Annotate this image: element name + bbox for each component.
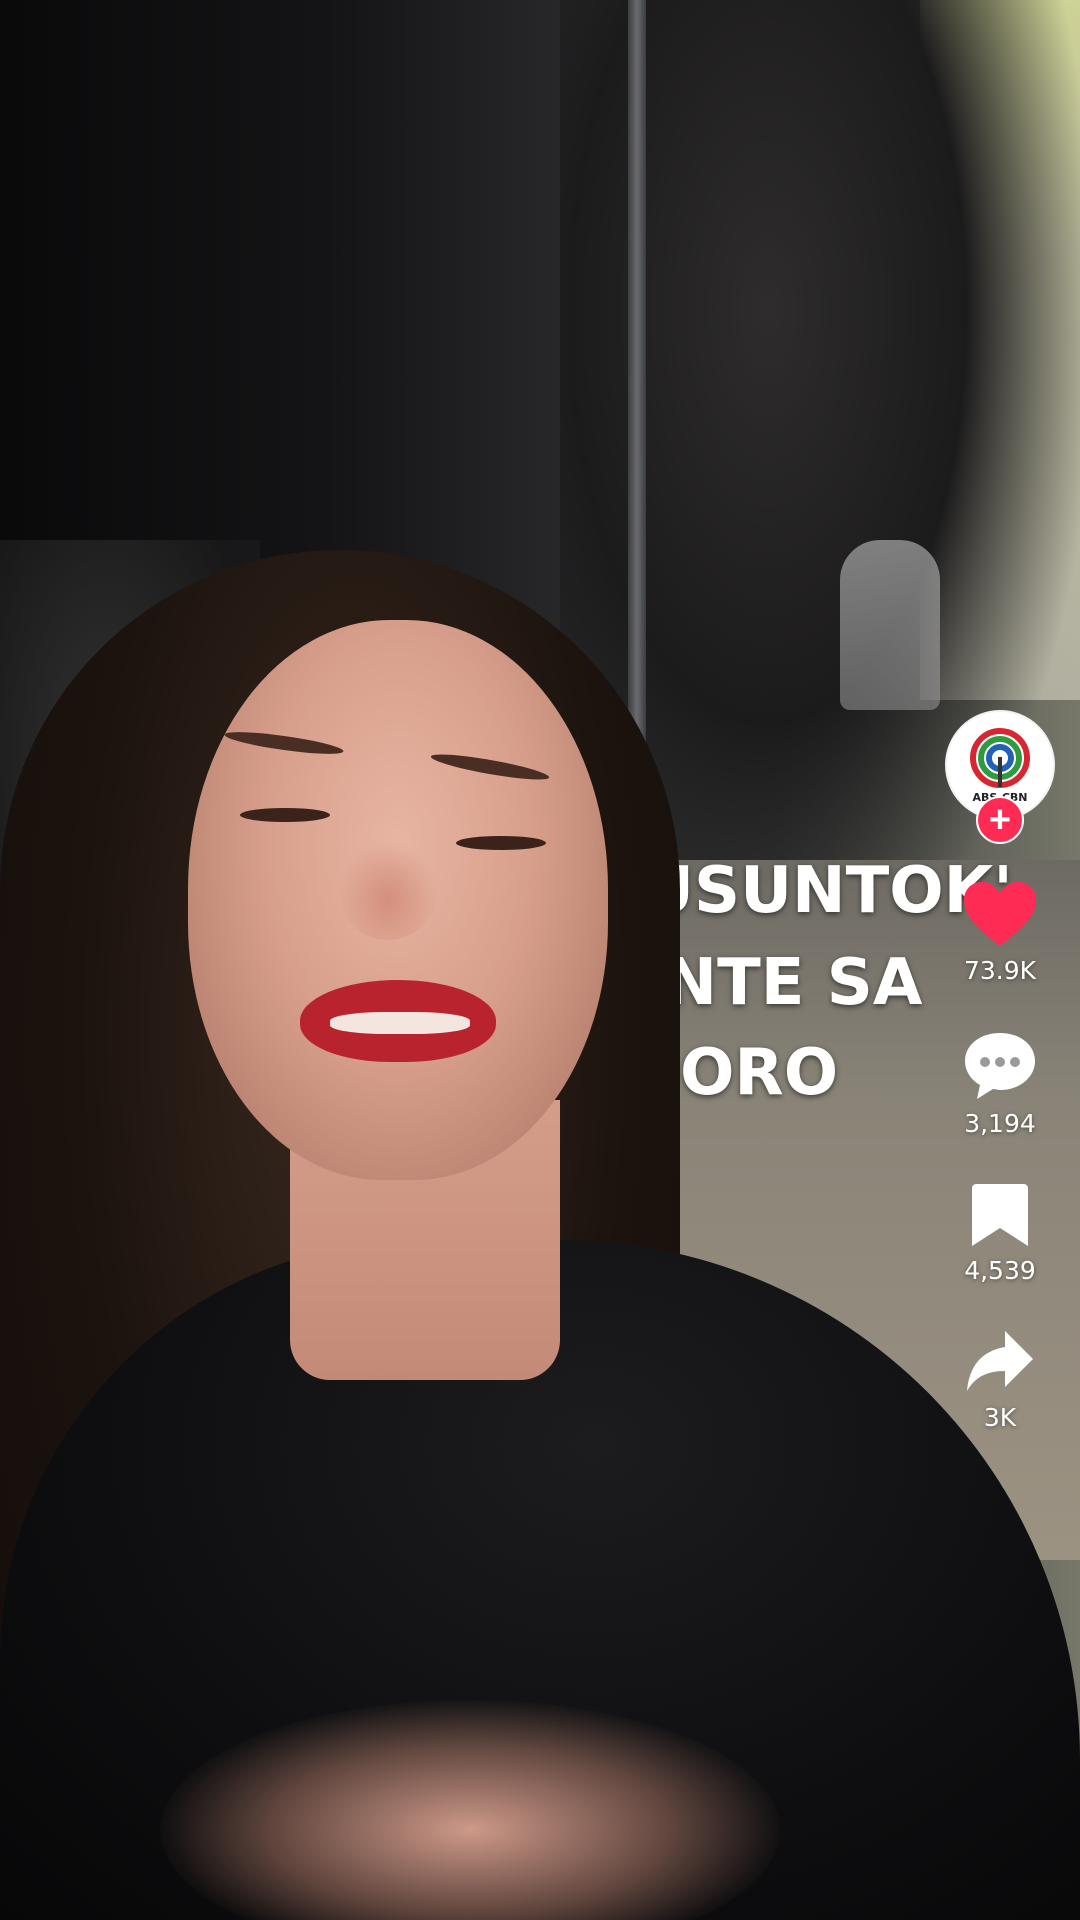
creator-avatar-group: ABS-CBN + — [945, 710, 1055, 844]
share-arrow-icon[interactable] — [965, 1329, 1035, 1395]
like-action[interactable]: 73.9K — [962, 880, 1038, 985]
comment-count: 3,194 — [964, 1109, 1036, 1138]
save-action[interactable]: 4,539 — [964, 1182, 1036, 1285]
background-figure — [840, 540, 940, 710]
follow-button[interactable]: + — [976, 796, 1024, 844]
right-eye — [456, 836, 546, 850]
share-count: 3K — [983, 1403, 1017, 1432]
save-count: 4,539 — [964, 1256, 1036, 1285]
like-count: 73.9K — [963, 956, 1037, 985]
abs-cbn-logo-icon — [970, 727, 1030, 788]
comment-bubble-icon[interactable] — [962, 1029, 1038, 1101]
bookmark-icon[interactable] — [970, 1182, 1030, 1248]
heart-icon[interactable] — [962, 880, 1038, 948]
nose — [338, 840, 438, 940]
video-player[interactable]: 26 USUNTOK' ANTE SA E ORO — [0, 0, 1080, 1920]
left-eye — [240, 808, 330, 822]
teeth — [330, 1012, 470, 1034]
share-action[interactable]: 3K — [965, 1329, 1035, 1432]
background-pole — [628, 0, 646, 780]
action-rail: ABS-CBN + 73.9K 3,194 4,539 3K — [920, 710, 1080, 1432]
comment-action[interactable]: 3,194 — [962, 1029, 1038, 1138]
